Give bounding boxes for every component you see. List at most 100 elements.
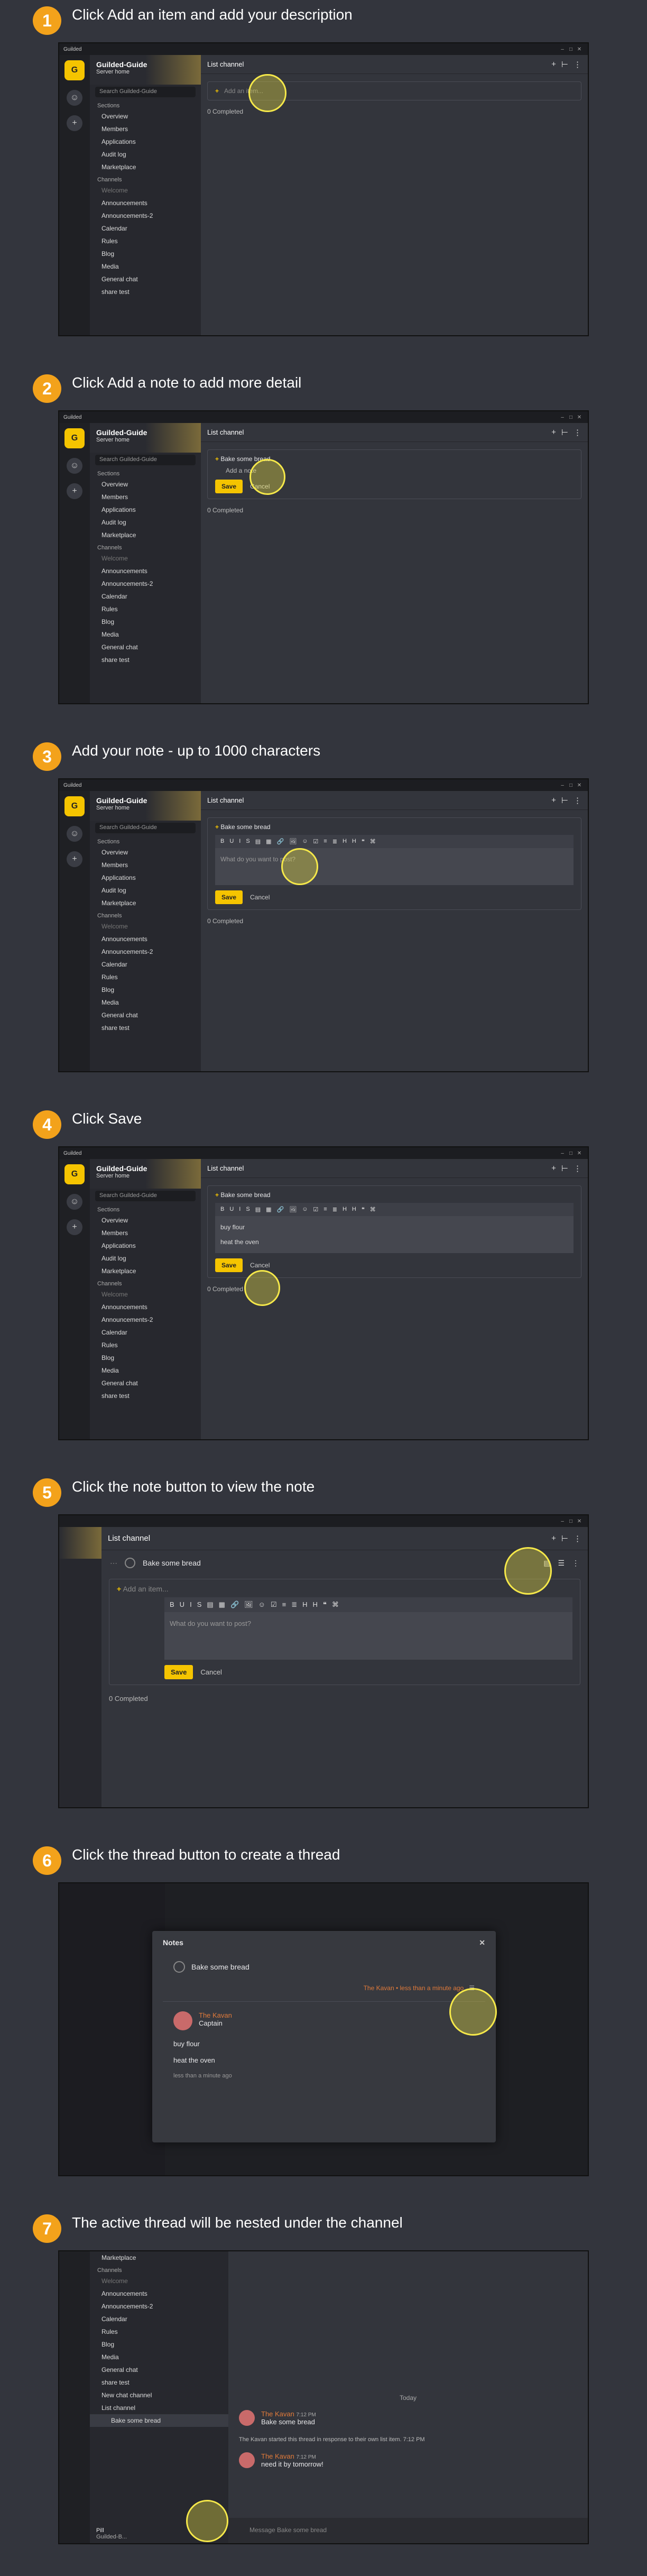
sidebar-item[interactable]: Audit log (90, 1252, 201, 1265)
link-icon[interactable]: 🔗 (230, 1600, 239, 1609)
channel-item[interactable]: Announcements (90, 933, 201, 945)
close-icon[interactable]: ✕ (575, 415, 584, 420)
message-composer[interactable]: Message Bake some bread (228, 2518, 588, 2543)
channel-item[interactable]: Blog (90, 1351, 201, 1364)
channel-item[interactable]: Announcements (90, 197, 201, 209)
checkbox-icon[interactable]: ☑ (271, 1600, 277, 1609)
channel-item[interactable]: Media (90, 1364, 201, 1377)
channel-item[interactable]: General chat (90, 1377, 201, 1390)
underline-icon[interactable]: U (180, 1600, 184, 1609)
bold-icon[interactable]: B (220, 1206, 224, 1213)
add-icon[interactable]: + (551, 1534, 556, 1543)
sidebar-item[interactable]: Applications (90, 503, 201, 516)
channel-item[interactable]: Rules (90, 235, 201, 247)
cancel-button[interactable]: Cancel (200, 1668, 221, 1676)
server-icon[interactable]: G (64, 60, 85, 80)
save-button[interactable]: Save (164, 1665, 193, 1679)
heading2-icon[interactable]: H (352, 838, 356, 845)
code-icon[interactable]: ⌘ (370, 838, 376, 845)
server-icon[interactable]: G (64, 796, 85, 816)
sidebar-item[interactable]: Overview (90, 478, 201, 491)
number-list-icon[interactable]: ≣ (291, 1600, 297, 1609)
add-icon[interactable]: + (551, 60, 556, 69)
code-icon[interactable]: ⌘ (332, 1600, 339, 1609)
item-text-input[interactable]: Bake some bread (220, 823, 270, 831)
underline-icon[interactable]: U (229, 1206, 234, 1213)
search-input[interactable]: Search Guilded-Guide (95, 455, 196, 465)
italic-icon[interactable]: I (239, 838, 241, 845)
link-icon[interactable]: 🔗 (277, 1206, 284, 1213)
list-item[interactable]: Bake some bread (152, 1955, 496, 1979)
channel-item[interactable]: Calendar (90, 958, 201, 971)
thread-icon[interactable]: ☰ (558, 1559, 565, 1568)
add-icon[interactable]: + (551, 1164, 556, 1173)
channel-item[interactable]: Welcome (90, 2275, 228, 2287)
more-icon[interactable]: ⋮ (574, 1164, 581, 1173)
italic-icon[interactable]: I (190, 1600, 192, 1609)
server-header[interactable]: Guilded-Guide Server home (90, 423, 201, 453)
strikethrough-icon[interactable]: S (246, 838, 249, 845)
block-icon[interactable]: ▤ (255, 838, 261, 845)
emoji-icon[interactable]: ☺ (258, 1600, 265, 1609)
channel-item[interactable]: Announcements (90, 1301, 201, 1313)
bullet-list-icon[interactable]: ≡ (282, 1600, 286, 1609)
channel-item[interactable]: Announcements-2 (90, 1313, 201, 1326)
channel-item[interactable]: share test (90, 1022, 201, 1034)
add-server-icon[interactable]: + (67, 1219, 82, 1235)
search-input[interactable]: Search Guilded-Guide (95, 1191, 196, 1201)
maximize-icon[interactable]: □ (567, 1151, 575, 1156)
heading1-icon[interactable]: H (302, 1600, 307, 1609)
filter-icon[interactable]: ⊢ (561, 60, 568, 69)
maximize-icon[interactable]: □ (567, 47, 575, 52)
emoji-icon[interactable]: ☺ (302, 838, 308, 845)
channel-item[interactable]: Calendar (90, 2313, 228, 2325)
close-icon[interactable]: ✕ (575, 783, 584, 788)
table-icon[interactable]: ▦ (266, 838, 271, 845)
strikethrough-icon[interactable]: S (246, 1206, 249, 1213)
avatar[interactable]: ☺ (67, 458, 82, 474)
close-icon[interactable]: ✕ (575, 1519, 584, 1524)
channel-item[interactable]: Blog (90, 983, 201, 996)
heading1-icon[interactable]: H (343, 838, 347, 845)
channel-item[interactable]: Calendar (90, 1326, 201, 1339)
close-icon[interactable]: ✕ (575, 1151, 584, 1156)
channel-item[interactable]: Blog (90, 2338, 228, 2351)
sidebar-item[interactable]: Members (90, 859, 201, 871)
filter-icon[interactable]: ⊢ (561, 796, 568, 805)
channel-item[interactable]: Announcements (90, 565, 201, 577)
channel-item[interactable]: share test (90, 654, 201, 666)
sidebar-item[interactable]: Overview (90, 1214, 201, 1227)
search-input[interactable]: Search Guilded-Guide (95, 823, 196, 833)
checkbox[interactable] (125, 1558, 135, 1568)
maximize-icon[interactable]: □ (567, 783, 575, 788)
quote-icon[interactable]: ❝ (323, 1600, 327, 1609)
search-input[interactable]: Search Guilded-Guide (95, 87, 196, 97)
add-item-input[interactable]: Add an item... (123, 1585, 168, 1593)
note-textarea[interactable]: What do you want to post? (215, 848, 574, 885)
channel-item[interactable]: General chat (90, 1009, 201, 1022)
server-header[interactable]: Guilded-Guide Server home (90, 55, 201, 85)
code-icon[interactable]: ⌘ (370, 1206, 376, 1213)
channel-item[interactable]: Welcome (90, 552, 201, 565)
save-button[interactable]: Save (215, 890, 243, 904)
server-icon[interactable]: G (64, 428, 85, 448)
avatar[interactable]: ☺ (67, 826, 82, 842)
channel-item[interactable]: General chat (90, 641, 201, 654)
sidebar-item[interactable]: Applications (90, 135, 201, 148)
sidebar-item[interactable]: Audit log (90, 516, 201, 529)
add-server-icon[interactable]: + (67, 115, 82, 131)
channel-item[interactable]: List channel (90, 2402, 228, 2414)
sidebar-item[interactable]: Overview (90, 110, 201, 123)
sidebar-item[interactable]: Members (90, 1227, 201, 1239)
channel-item[interactable]: Announcements (90, 2287, 228, 2300)
channel-item[interactable]: General chat (90, 273, 201, 286)
sidebar-item[interactable]: Overview (90, 846, 201, 859)
close-icon[interactable]: ✕ (575, 47, 584, 52)
avatar[interactable]: ☺ (67, 90, 82, 106)
channel-item[interactable]: Blog (90, 247, 201, 260)
underline-icon[interactable]: U (229, 838, 234, 845)
more-icon[interactable]: ⋮ (574, 1534, 581, 1543)
channel-item[interactable]: Media (90, 996, 201, 1009)
add-server-icon[interactable]: + (67, 483, 82, 499)
add-server-icon[interactable]: + (67, 851, 82, 867)
